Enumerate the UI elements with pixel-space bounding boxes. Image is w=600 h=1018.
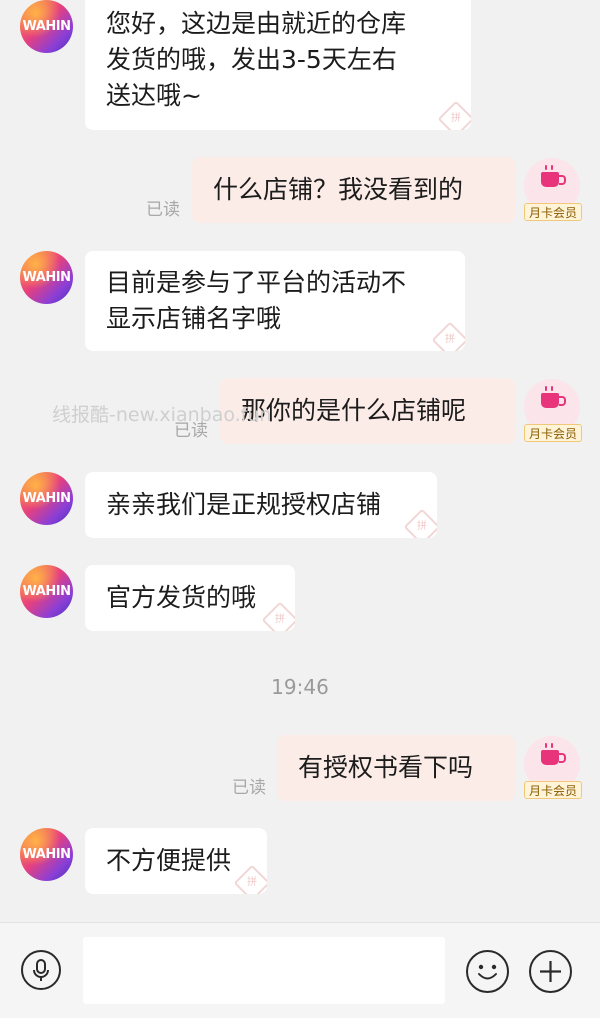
bubble-stamp-icon: 拼 bbox=[233, 864, 267, 894]
coffee-cup-icon bbox=[541, 750, 566, 765]
message-text: 亲亲我们是正规授权店铺 bbox=[106, 490, 382, 519]
shop-avatar[interactable]: WAHIN bbox=[20, 472, 73, 525]
composer-bar bbox=[0, 922, 600, 1018]
plus-icon[interactable] bbox=[529, 950, 572, 993]
timestamp: 19:46 bbox=[271, 675, 329, 699]
smiley-icon[interactable] bbox=[466, 950, 509, 993]
message-bubble: 不方便提供 拼 bbox=[85, 828, 267, 894]
message-bubble: 您好，这边是由就近的仓库 发货的哦，发出3-5天左右 送达哦~ 拼 bbox=[85, 0, 471, 130]
member-badge: 月卡会员 bbox=[524, 424, 582, 442]
message-text: 那你的是什么店铺呢 bbox=[241, 396, 467, 425]
coffee-cup-icon bbox=[541, 393, 566, 408]
bubble-stamp-icon: 拼 bbox=[437, 100, 471, 130]
read-status: 已读 bbox=[174, 421, 208, 441]
shop-avatar[interactable]: WAHIN bbox=[20, 828, 73, 881]
message-text: 有授权书看下吗 bbox=[298, 753, 474, 782]
message-text: 不方便提供 bbox=[106, 846, 232, 875]
microphone-icon[interactable] bbox=[21, 950, 61, 990]
message-text: 什么店铺？我没看到的 bbox=[213, 175, 464, 204]
coffee-cup-icon bbox=[541, 172, 566, 187]
message-bubble: 有授权书看下吗 bbox=[277, 735, 515, 801]
message-bubble: 目前是参与了平台的活动不 显示店铺名字哦 拼 bbox=[85, 251, 465, 351]
message-text: 您好，这边是由就近的仓库 发货的哦，发出3-5天左右 送达哦~ bbox=[106, 9, 407, 110]
shop-avatar[interactable]: WAHIN bbox=[20, 251, 73, 304]
message-bubble: 亲亲我们是正规授权店铺 拼 bbox=[85, 472, 437, 538]
message-text: 官方发货的哦 bbox=[106, 583, 257, 612]
bubble-stamp-icon: 拼 bbox=[261, 601, 295, 631]
shop-avatar[interactable]: WAHIN bbox=[20, 0, 73, 53]
bubble-stamp-icon: 拼 bbox=[431, 321, 465, 351]
read-status: 已读 bbox=[232, 778, 266, 798]
member-badge: 月卡会员 bbox=[524, 781, 582, 799]
message-bubble: 官方发货的哦 拼 bbox=[85, 565, 295, 631]
message-bubble: 什么店铺？我没看到的 bbox=[192, 157, 515, 223]
message-bubble: 那你的是什么店铺呢 bbox=[220, 378, 515, 444]
message-input[interactable] bbox=[83, 937, 445, 1004]
member-badge: 月卡会员 bbox=[524, 203, 582, 221]
message-text: 目前是参与了平台的活动不 显示店铺名字哦 bbox=[106, 268, 407, 333]
read-status: 已读 bbox=[146, 200, 180, 220]
shop-avatar[interactable]: WAHIN bbox=[20, 565, 73, 618]
bubble-stamp-icon: 拼 bbox=[403, 508, 437, 538]
